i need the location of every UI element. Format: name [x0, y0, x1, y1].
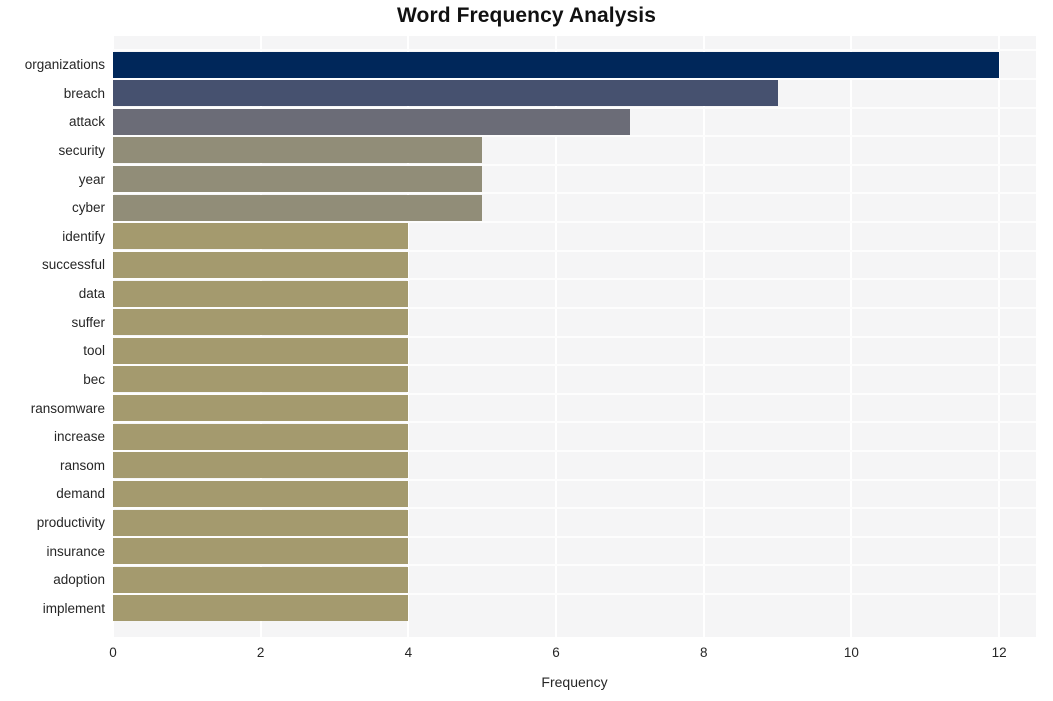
- y-axis-tick-label: attack: [68, 114, 105, 130]
- bar[interactable]: [113, 395, 409, 422]
- bar[interactable]: [113, 480, 409, 507]
- plot-area: [113, 36, 1036, 637]
- y-axis-tick-label: breach: [63, 85, 105, 101]
- x-axis-title: Frequency: [541, 674, 608, 690]
- bar[interactable]: [113, 137, 483, 164]
- x-axis-tick-labels: 0 2 4 6 8 10 12: [0, 645, 1053, 667]
- x-axis-tick-label: 4: [404, 645, 413, 660]
- y-axis-tick-label: demand: [56, 486, 105, 502]
- y-axis-tick-label: increase: [53, 429, 105, 445]
- bar[interactable]: [113, 423, 409, 450]
- bar[interactable]: [113, 194, 483, 221]
- x-axis-tick-label: 0: [109, 645, 117, 660]
- y-axis-tick-label: productivity: [36, 515, 105, 531]
- bar[interactable]: [113, 80, 778, 107]
- word-frequency-chart-figure: Word Frequency Analysis organizations bre…: [0, 0, 1053, 701]
- bar[interactable]: [113, 166, 483, 193]
- y-axis-tick-label: data: [78, 286, 105, 302]
- bar[interactable]: [113, 251, 409, 278]
- y-axis-tick-label: insurance: [46, 543, 105, 559]
- y-axis-tick-label: cyber: [71, 200, 105, 216]
- y-axis-tick-label: ransom: [59, 457, 105, 473]
- x-axis-tick-label: 2: [256, 645, 265, 660]
- bar[interactable]: [113, 452, 409, 479]
- y-axis-tick-label: year: [78, 171, 105, 187]
- x-axis-tick-label: 6: [552, 645, 560, 660]
- bar[interactable]: [113, 566, 409, 593]
- bar[interactable]: [113, 51, 1000, 78]
- y-axis-tick-label: security: [58, 142, 105, 158]
- bar[interactable]: [113, 595, 409, 622]
- y-axis-tick-label: ransomware: [30, 400, 105, 416]
- bar[interactable]: [113, 223, 409, 250]
- bar[interactable]: [113, 108, 630, 135]
- bar[interactable]: [113, 337, 409, 364]
- y-axis-tick-label: organizations: [24, 57, 105, 73]
- y-axis-tick-label: suffer: [71, 314, 105, 330]
- x-axis-tick-label: 12: [991, 645, 1007, 660]
- bar[interactable]: [113, 366, 409, 393]
- y-axis-tick-label: identify: [62, 228, 105, 244]
- bar[interactable]: [113, 509, 409, 536]
- bar[interactable]: [113, 538, 409, 565]
- bar[interactable]: [113, 280, 409, 307]
- y-axis-tick-label: implement: [42, 600, 105, 616]
- y-axis-tick-label: adoption: [53, 572, 105, 588]
- x-axis-tick-label: 8: [699, 645, 708, 660]
- bar[interactable]: [113, 309, 409, 336]
- y-axis-tick-labels: organizations breach attack security year cyb…: [0, 36, 105, 637]
- y-axis-tick-label: bec: [83, 371, 105, 387]
- chart-title: Word Frequency Analysis: [396, 4, 657, 27]
- y-axis-tick-label: tool: [83, 343, 105, 359]
- x-axis-tick-label: 10: [843, 645, 859, 660]
- y-axis-tick-label: successful: [41, 257, 105, 273]
